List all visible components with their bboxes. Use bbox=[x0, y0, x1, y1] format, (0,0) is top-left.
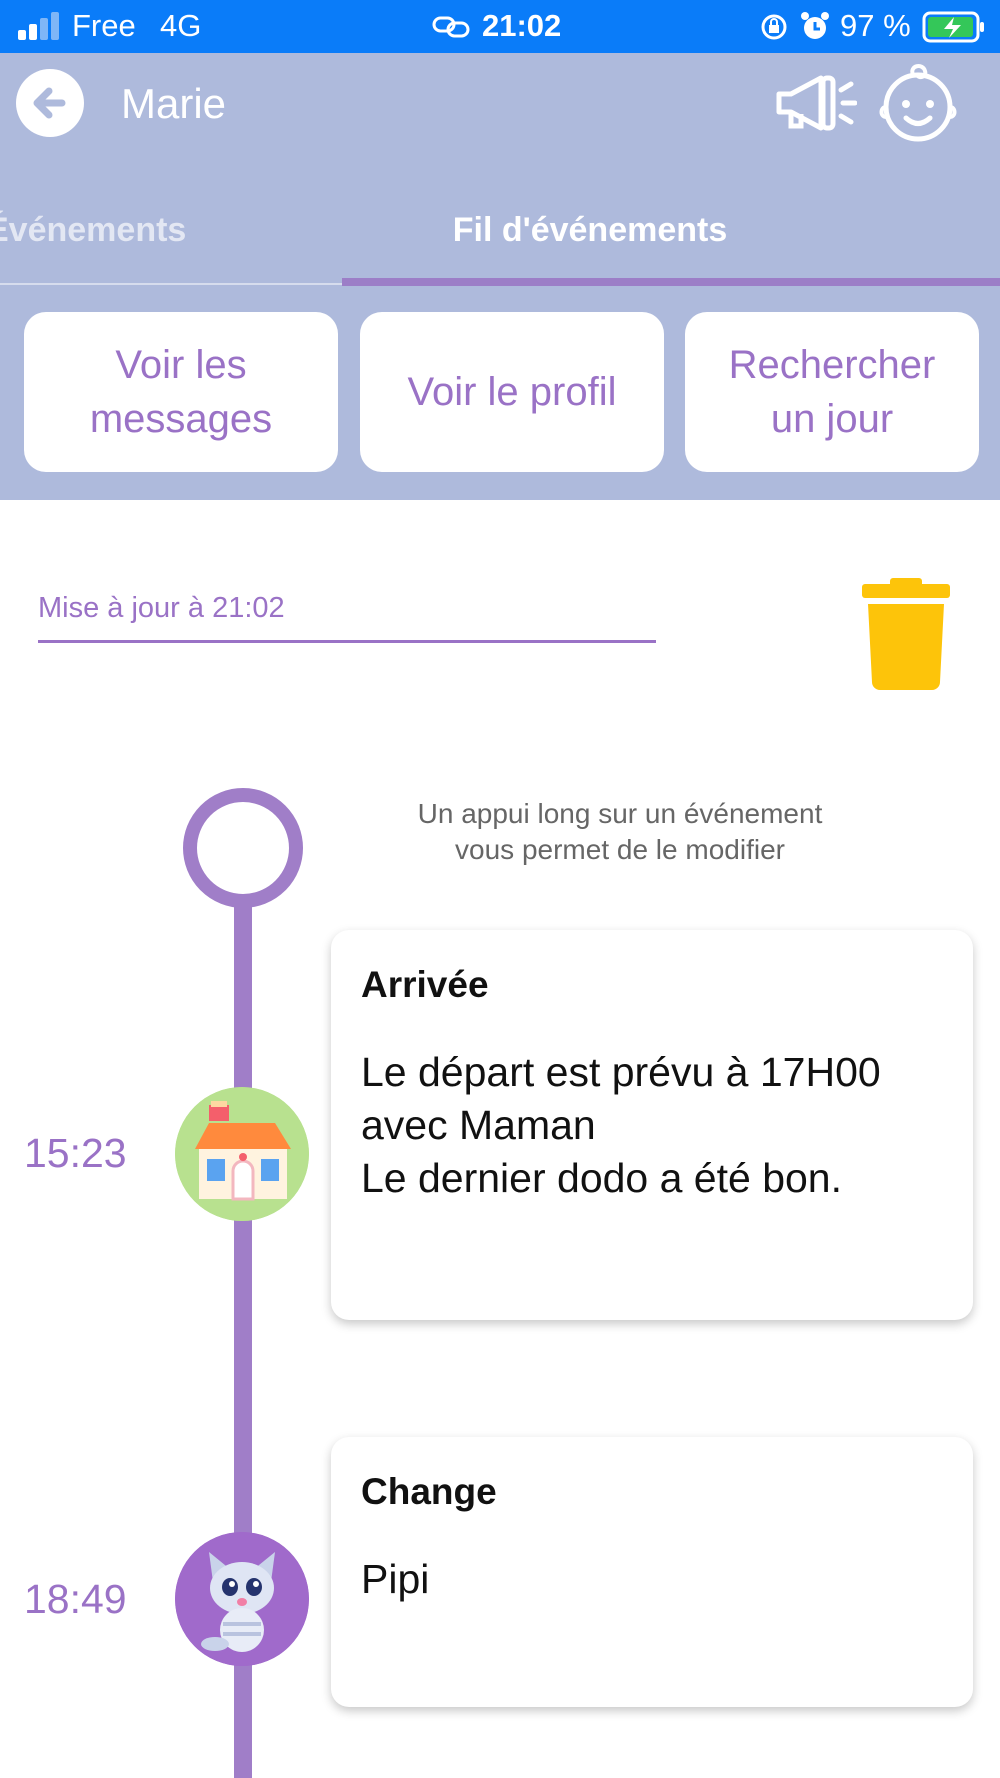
tab-selected-indicator bbox=[342, 278, 1000, 286]
network-label: 4G bbox=[160, 8, 202, 43]
alarm-icon bbox=[801, 12, 829, 39]
megaphone-icon[interactable] bbox=[773, 68, 857, 138]
view-messages-button[interactable]: Voir les messages bbox=[24, 312, 338, 472]
last-update-label: Mise à jour à 21:02 bbox=[38, 592, 285, 624]
carrier-label: Free bbox=[72, 8, 136, 43]
kitten-icon bbox=[175, 1532, 309, 1666]
signal-icon bbox=[18, 12, 64, 40]
event-title: Change bbox=[361, 1471, 497, 1512]
status-bar: Free 4G 21:02 97 % bbox=[0, 0, 1000, 53]
action-bar: Voir les messages Voir le profil Recherc… bbox=[0, 286, 1000, 500]
view-profile-button[interactable]: Voir le profil bbox=[360, 312, 664, 472]
long-press-hint: Un appui long sur un événement vous perm… bbox=[417, 798, 823, 865]
battery-charging-icon bbox=[922, 11, 984, 43]
timeline-start-circle bbox=[183, 788, 303, 908]
tab-bar: Événements Fil d'événements bbox=[0, 175, 1000, 286]
event-body: Pipi bbox=[361, 1556, 430, 1602]
event-title: Arrivée bbox=[361, 964, 489, 1005]
orientation-lock-icon bbox=[761, 14, 787, 40]
event-avatar bbox=[175, 1532, 309, 1666]
tab-fil-evenements[interactable]: Fil d'événements bbox=[340, 211, 840, 250]
house-icon bbox=[175, 1087, 309, 1221]
event-time: 15:23 bbox=[24, 1130, 127, 1176]
child-name-title: Marie bbox=[121, 80, 227, 127]
clock: 21:02 bbox=[482, 8, 562, 43]
event-card[interactable]: Change Pipi bbox=[331, 1437, 973, 1707]
tab-divider bbox=[0, 283, 342, 285]
event-time: 18:49 bbox=[24, 1576, 127, 1622]
back-arrow-icon bbox=[33, 87, 66, 119]
back-button[interactable] bbox=[16, 69, 84, 137]
baby-face-icon[interactable] bbox=[877, 63, 959, 145]
search-day-button[interactable]: Rechercher un jour bbox=[685, 312, 979, 472]
event-avatar bbox=[175, 1087, 309, 1221]
link-icon bbox=[432, 16, 470, 38]
trash-icon[interactable] bbox=[862, 578, 950, 690]
battery-percent: 97 % bbox=[840, 8, 911, 43]
tab-evenements[interactable]: Événements bbox=[0, 211, 186, 250]
app-header: Marie bbox=[0, 53, 1000, 175]
event-card[interactable]: Arrivée Le départ est prévu à 17H00 avec… bbox=[331, 930, 973, 1320]
update-underline bbox=[38, 640, 656, 643]
event-body: Le départ est prévu à 17H00 avec Maman L… bbox=[361, 1049, 881, 1201]
